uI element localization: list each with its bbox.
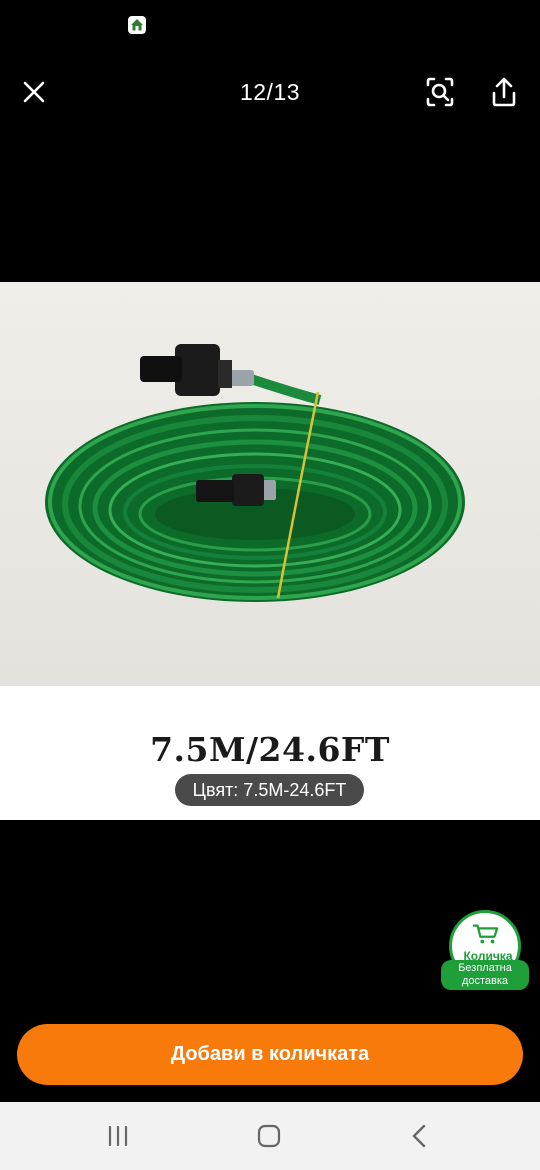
camera-search-icon[interactable] [420,72,460,112]
product-image[interactable]: 7.5M/24.6FT Цвят: 7.5M-24.6FT [0,282,540,820]
cart-icon [472,924,499,944]
share-icon[interactable] [484,72,524,112]
cart-badge[interactable]: Количка Безплатна доставка [441,910,529,992]
size-title: 7.5M/24.6FT [150,730,390,769]
recents-icon[interactable] [100,1118,136,1154]
home-icon [128,16,146,34]
back-icon[interactable] [402,1118,438,1154]
system-nav-bar [0,1102,540,1170]
add-to-cart-button[interactable]: Добави в количката [17,1024,523,1085]
free-shipping-label: Безплатна доставка [441,960,529,990]
color-chip: Цвят: 7.5M-24.6FT [175,774,364,806]
home-button-icon[interactable] [251,1118,287,1154]
status-bar [0,0,540,50]
garden-hose-photo [0,282,540,686]
viewer-top-bar: 12/13 [0,60,540,124]
